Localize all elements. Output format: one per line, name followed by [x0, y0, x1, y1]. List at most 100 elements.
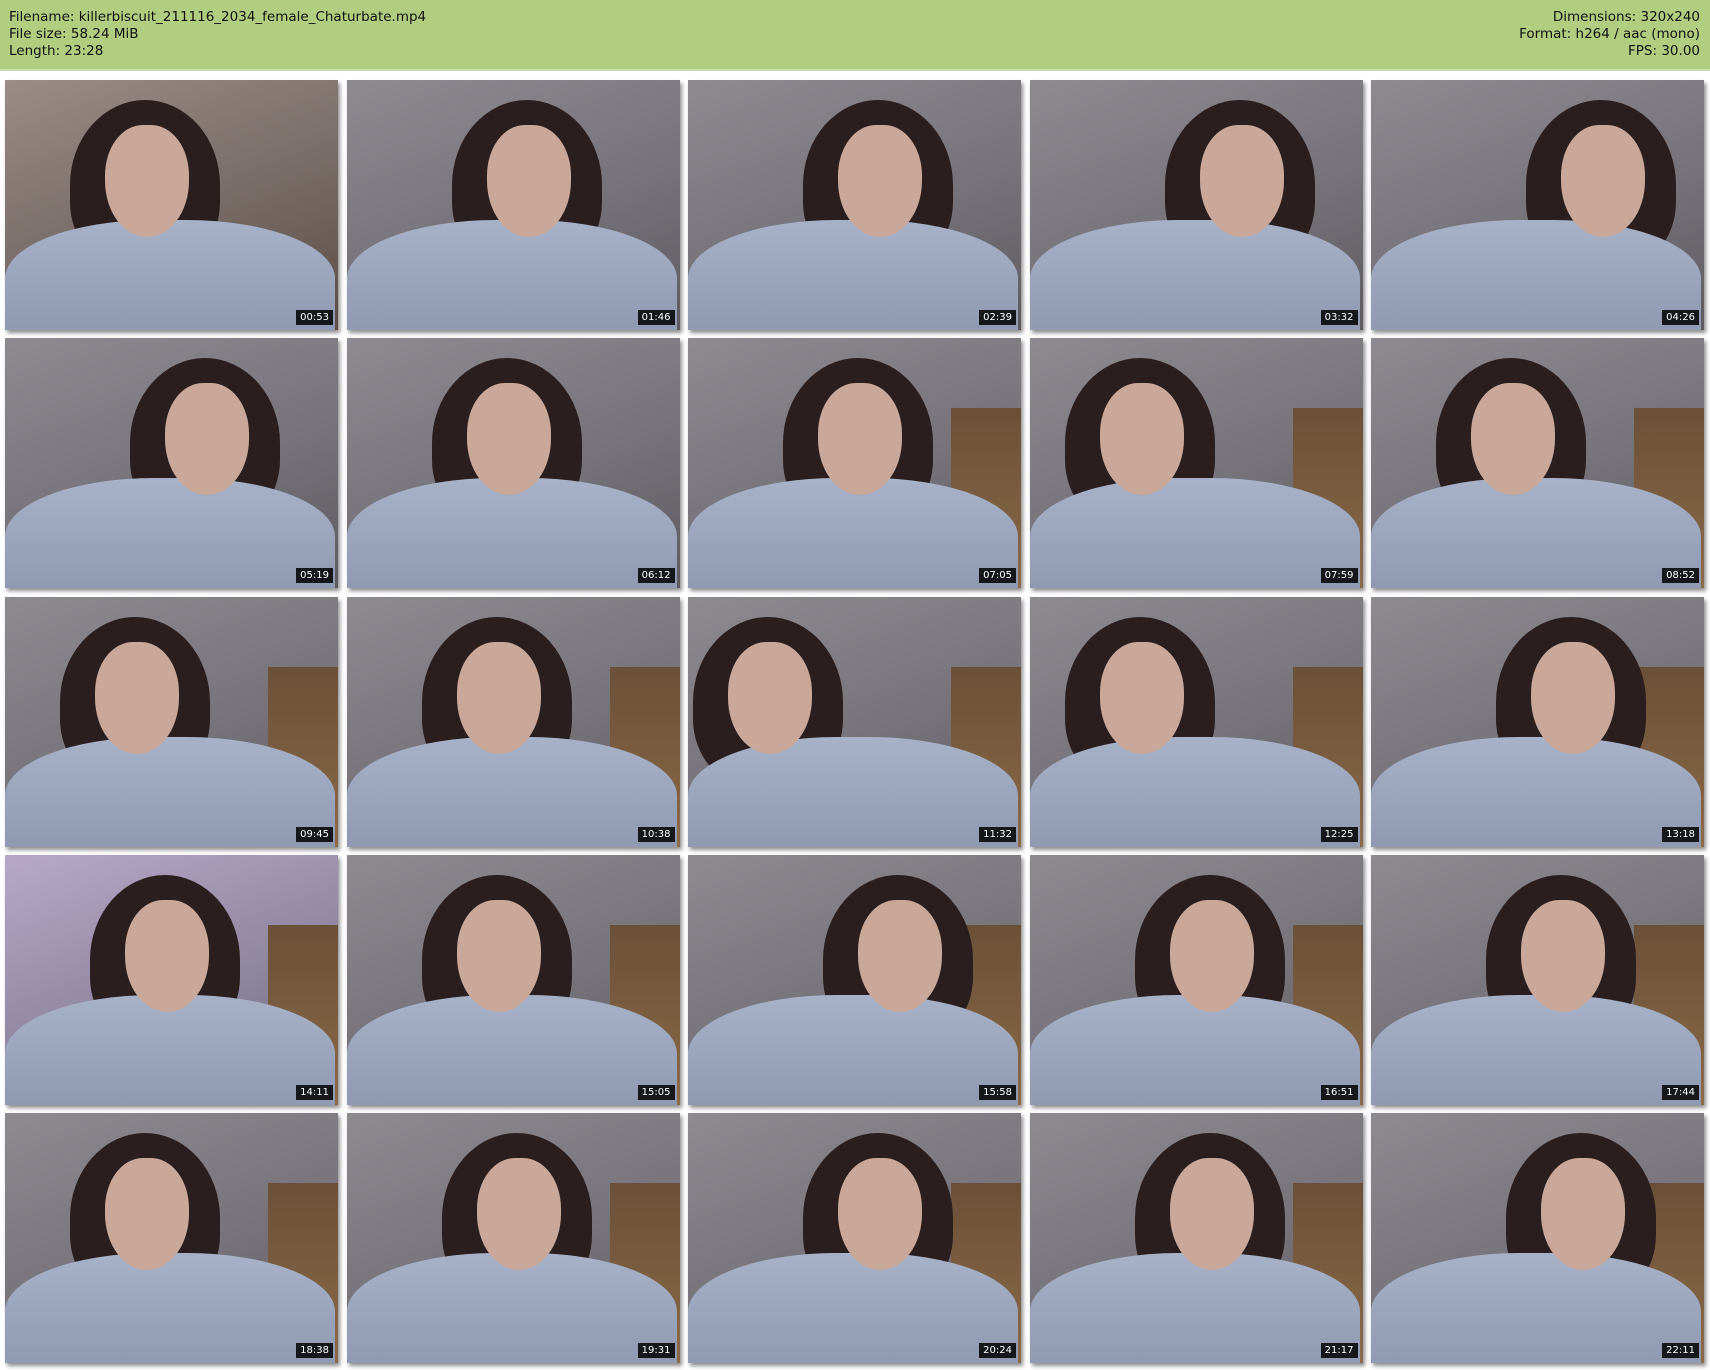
timestamp: 04:26	[1662, 310, 1699, 325]
fps-label: FPS: 30.00	[1628, 43, 1700, 59]
video-thumbnail[interactable]: 14:11	[5, 854, 338, 1105]
format-label: Format: h264 / aac (mono)	[1519, 26, 1700, 42]
face-shape	[1471, 383, 1555, 496]
dimensions-label: Dimensions: 320x240	[1552, 9, 1700, 25]
shirt-shape	[1029, 1253, 1360, 1364]
timestamp: 03:32	[1320, 310, 1358, 325]
face-shape	[1521, 899, 1605, 1012]
file-info-right: Dimensions: 320x240 Format: h264 / aac (…	[1519, 9, 1700, 60]
face-shape	[456, 641, 541, 754]
face-shape	[1169, 1158, 1254, 1271]
face-shape	[476, 1158, 561, 1271]
video-thumbnail[interactable]: 12:25	[1029, 596, 1363, 847]
shirt-shape	[346, 220, 677, 330]
timestamp: 13:18	[1662, 826, 1699, 842]
face-shape	[105, 125, 189, 237]
video-thumbnail[interactable]: 19:31	[346, 1113, 680, 1364]
timestamp: 07:05	[979, 568, 1016, 584]
shirt-shape	[5, 736, 335, 847]
shirt-shape	[1371, 1253, 1701, 1364]
video-thumbnail[interactable]: 07:59	[1029, 338, 1363, 589]
face-shape	[466, 383, 551, 496]
face-shape	[838, 125, 922, 237]
timestamp: 02:39	[979, 310, 1016, 325]
video-thumbnail[interactable]: 03:32	[1029, 80, 1363, 330]
timestamp: 08:52	[1662, 568, 1699, 584]
video-thumbnail[interactable]: 10:38	[346, 596, 680, 847]
face-shape	[1169, 899, 1254, 1012]
file-info-left: Filename: killerbiscuit_211116_2034_fema…	[9, 9, 426, 60]
timestamp: 20:24	[979, 1343, 1016, 1359]
length-label: Length: 23:28	[9, 43, 104, 59]
shirt-shape	[1029, 220, 1360, 330]
shirt-shape	[346, 736, 677, 847]
timestamp: 05:19	[296, 568, 333, 584]
face-shape	[486, 125, 571, 237]
face-shape	[838, 1158, 922, 1271]
face-shape	[1541, 1158, 1625, 1271]
shirt-shape	[1371, 220, 1701, 330]
timestamp: 16:51	[1320, 1084, 1358, 1100]
info-header: Filename: killerbiscuit_211116_2034_fema…	[0, 0, 1710, 71]
shirt-shape	[1029, 478, 1360, 589]
face-shape	[1199, 125, 1284, 237]
face-shape	[105, 1158, 189, 1271]
video-thumbnail[interactable]: 21:17	[1029, 1113, 1363, 1364]
video-thumbnail[interactable]: 17:44	[1371, 854, 1704, 1105]
video-thumbnail[interactable]: 00:53	[5, 80, 338, 330]
timestamp: 18:38	[296, 1343, 333, 1359]
video-thumbnail[interactable]: 16:51	[1029, 854, 1363, 1105]
video-thumbnail[interactable]: 20:24	[688, 1113, 1021, 1364]
face-shape	[165, 383, 249, 496]
shirt-shape	[688, 1253, 1018, 1364]
face-shape	[858, 899, 942, 1012]
shirt-shape	[1029, 994, 1360, 1105]
video-thumbnail[interactable]: 02:39	[688, 80, 1021, 330]
face-shape	[1561, 125, 1645, 237]
face-shape	[456, 899, 541, 1012]
timestamp: 19:31	[637, 1343, 675, 1359]
video-thumbnail[interactable]: 13:18	[1371, 596, 1704, 847]
face-shape	[818, 383, 902, 496]
shirt-shape	[688, 478, 1018, 589]
shirt-shape	[346, 994, 677, 1105]
video-thumbnail[interactable]: 15:05	[346, 854, 680, 1105]
timestamp: 14:11	[296, 1084, 333, 1100]
timestamp: 12:25	[1320, 826, 1358, 842]
timestamp: 01:46	[637, 310, 675, 325]
video-thumbnail[interactable]: 18:38	[5, 1113, 338, 1364]
timestamp: 10:38	[637, 826, 675, 842]
face-shape	[1099, 641, 1184, 754]
video-thumbnail[interactable]: 06:12	[346, 338, 680, 589]
shirt-shape	[688, 220, 1018, 330]
timestamp: 06:12	[637, 568, 675, 584]
timestamp: 17:44	[1662, 1084, 1699, 1100]
face-shape	[1099, 383, 1184, 496]
shirt-shape	[5, 478, 335, 589]
video-thumbnail[interactable]: 09:45	[5, 596, 338, 847]
timestamp: 11:32	[979, 826, 1016, 842]
filename-label: Filename: killerbiscuit_211116_2034_fema…	[9, 9, 427, 25]
timestamp: 21:17	[1320, 1343, 1358, 1359]
timestamp: 09:45	[296, 826, 333, 842]
video-thumbnail[interactable]: 01:46	[346, 80, 680, 330]
video-thumbnail[interactable]: 15:58	[688, 854, 1021, 1105]
timestamp: 07:59	[1320, 568, 1358, 584]
shirt-shape	[688, 994, 1018, 1105]
shirt-shape	[1371, 478, 1701, 589]
shirt-shape	[5, 1253, 335, 1364]
video-thumbnail[interactable]: 11:32	[688, 596, 1021, 847]
shirt-shape	[5, 220, 335, 330]
shirt-shape	[1371, 736, 1701, 847]
shirt-shape	[346, 1253, 677, 1364]
video-thumbnail[interactable]: 08:52	[1371, 338, 1704, 589]
timestamp: 22:11	[1662, 1343, 1699, 1359]
video-thumbnail[interactable]: 22:11	[1371, 1113, 1704, 1364]
timestamp: 15:58	[979, 1084, 1016, 1100]
file-size-label: File size: 58.24 MiB	[9, 26, 139, 42]
face-shape	[125, 899, 209, 1012]
video-thumbnail[interactable]: 05:19	[5, 338, 338, 589]
face-shape	[95, 641, 179, 754]
video-thumbnail[interactable]: 04:26	[1371, 80, 1704, 330]
video-thumbnail[interactable]: 07:05	[688, 338, 1021, 589]
